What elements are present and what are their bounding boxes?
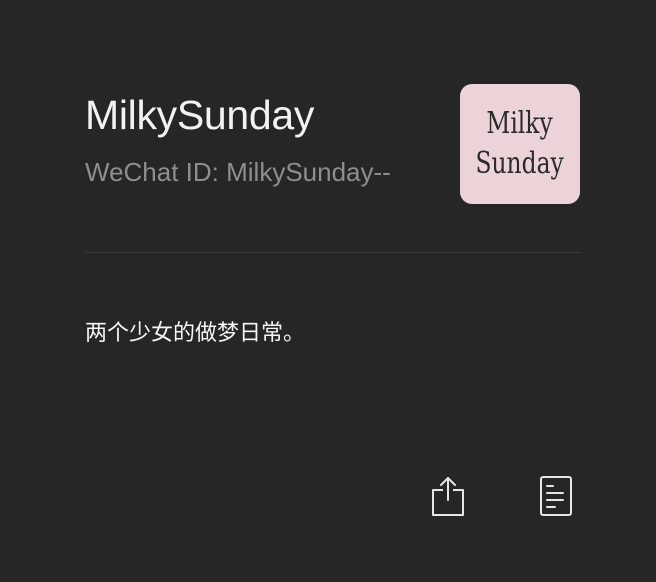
document-button[interactable] (536, 474, 576, 518)
share-icon (432, 477, 464, 516)
avatar[interactable]: Milky Sunday (460, 84, 580, 204)
avatar-text-line2: Sunday (475, 146, 565, 181)
divider (85, 252, 580, 253)
document-icon (540, 476, 572, 516)
account-bio: 两个少女的做梦日常。 (85, 321, 306, 346)
account-name: MilkySunday (85, 92, 315, 138)
share-button[interactable] (428, 474, 468, 518)
avatar-text-line1: Milky (486, 106, 554, 141)
wechat-id-label: WeChat ID: MilkySunday-- (85, 157, 391, 187)
profile-card: MilkySunday WeChat ID: MilkySunday-- Mil… (0, 0, 656, 582)
